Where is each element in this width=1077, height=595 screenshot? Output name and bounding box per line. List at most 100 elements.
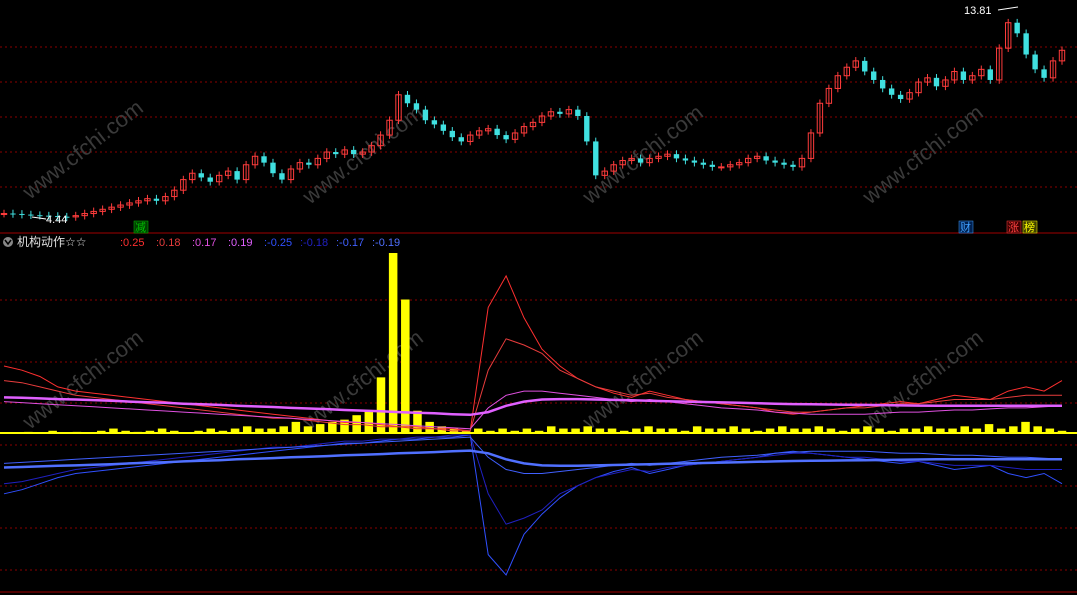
candle-body	[691, 160, 698, 163]
candle-body	[0, 213, 8, 216]
indicator-bar	[279, 426, 288, 433]
candle-body	[763, 156, 769, 161]
event-marker-text: 涨	[1008, 221, 1019, 234]
candle-body	[404, 94, 411, 104]
indicator-value: :0.25	[120, 237, 144, 249]
event-marker-text: 榜	[1024, 220, 1035, 234]
candle-body	[458, 137, 464, 142]
watermark-layer: www.cfchi.com www.cfchi.com www.cfchi.com w…	[17, 95, 988, 435]
collapse-icon[interactable]	[3, 237, 13, 247]
indicator-bar	[741, 428, 751, 433]
indicator-bar	[1033, 426, 1042, 433]
candle-body	[422, 109, 429, 121]
candle-body	[494, 128, 500, 136]
candle-body	[333, 152, 339, 155]
indicator-bar	[863, 426, 872, 433]
candle-body	[790, 164, 796, 167]
indicator-bar	[668, 428, 678, 433]
indicator-bar	[583, 426, 592, 433]
indicator-bar	[510, 430, 520, 433]
indicator-bar	[242, 426, 252, 433]
indicator-value: :0.19	[228, 237, 252, 249]
candle-body	[449, 130, 455, 138]
candle-body	[440, 124, 447, 131]
candle-body	[700, 162, 707, 165]
indicator-bar	[546, 426, 556, 433]
indicator-bar	[790, 428, 799, 433]
indicator-bar	[960, 426, 969, 433]
indicator-value: :-0.25	[264, 237, 292, 249]
candlestick-series	[0, 18, 1066, 221]
indicator-bar	[413, 410, 422, 433]
candle-body	[871, 71, 877, 80]
candle-body	[584, 116, 590, 142]
indicator-bar	[303, 426, 313, 433]
indicator-bar	[388, 253, 398, 433]
indicator-bar	[522, 428, 532, 433]
indicator-bar	[814, 426, 824, 433]
indicator-bar	[765, 428, 775, 433]
indicator-value: :0.18	[156, 237, 180, 249]
indicator-bar	[632, 428, 641, 433]
watermark-text: www.cfchi.com	[857, 100, 988, 210]
indicator-bar	[984, 424, 994, 433]
indicator-bar	[607, 428, 617, 433]
candle-body	[575, 109, 581, 116]
indicator-line	[3, 434, 1063, 576]
indicator-bar	[364, 410, 374, 433]
candle-body	[431, 120, 438, 125]
indicator-bar	[72, 431, 82, 433]
indicator-bar	[875, 428, 884, 433]
indicator-bar	[778, 426, 787, 433]
indicator-bar	[753, 430, 763, 433]
indicator-line	[3, 434, 1062, 525]
indicator-bar	[157, 428, 167, 433]
indicator-name: 机构动作☆☆	[17, 234, 87, 249]
indicator-value: :-0.18	[300, 237, 328, 249]
candle-body	[350, 149, 357, 155]
indicator-bar	[923, 426, 933, 433]
indicator-bar	[802, 428, 811, 433]
indicator-bar	[1057, 430, 1067, 433]
indicator-bar	[97, 430, 106, 433]
stock-chart: www.cfchi.com www.cfchi.com www.cfchi.com w…	[0, 5, 1077, 593]
indicator-bar	[656, 428, 665, 433]
indicator-bar	[559, 428, 568, 433]
indicator-line	[3, 436, 1063, 474]
candle-body	[593, 141, 599, 176]
indicator-bar	[133, 431, 143, 433]
indicator-bar	[498, 428, 507, 433]
indicator-bar	[474, 428, 483, 433]
candle-body	[709, 164, 716, 167]
candle-body	[503, 135, 509, 140]
watermark-text: www.cfchi.com	[17, 95, 148, 205]
indicator-bar	[948, 428, 957, 433]
candle-body	[28, 214, 34, 216]
candle-body	[1032, 54, 1038, 70]
indicator-bar	[230, 428, 240, 433]
candle-body	[37, 215, 43, 217]
candle-body	[1023, 33, 1029, 55]
indicator-bar	[1009, 426, 1018, 433]
grid-lines	[0, 46, 1077, 593]
indicator-value: :0.17	[192, 237, 216, 249]
indicator-bar	[109, 428, 118, 433]
indicator-bar	[571, 428, 580, 433]
indicator-bar	[48, 430, 57, 433]
event-marker-text: 减	[135, 221, 146, 234]
candle-body	[153, 198, 160, 201]
candle-body	[557, 111, 563, 114]
indicator-bar	[717, 428, 726, 433]
candle-body	[279, 173, 285, 180]
candle-body	[897, 94, 904, 100]
candle-body	[637, 158, 644, 163]
indicator-bar	[1045, 428, 1055, 433]
watermark-text: www.cfchi.com	[577, 325, 708, 435]
indicator-bar	[705, 428, 714, 433]
indicator-bar	[644, 426, 653, 433]
indicator-bar	[729, 426, 738, 433]
indicator-bar	[534, 430, 544, 433]
indicator-bar	[1021, 421, 1030, 433]
event-marker-text: 财	[960, 220, 971, 234]
candle-body	[261, 156, 267, 163]
